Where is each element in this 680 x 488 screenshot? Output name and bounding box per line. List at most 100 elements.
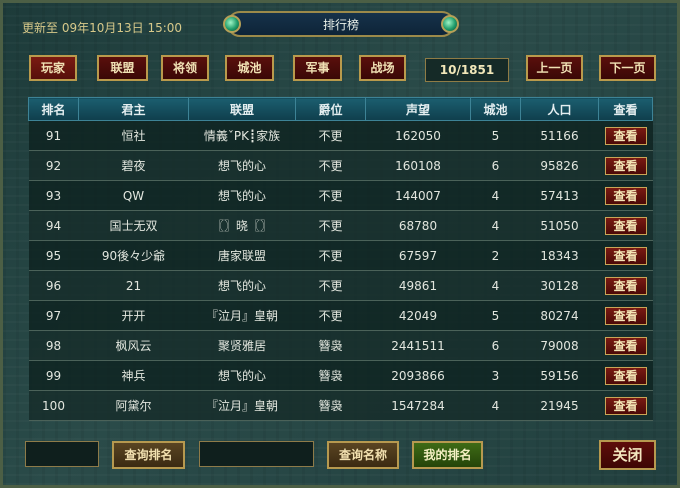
column-header-rank: 排名: [28, 97, 79, 121]
next-page-button[interactable]: 下一页: [599, 55, 656, 81]
cell-alliance: 想飞的心: [188, 150, 296, 181]
cell-title: 不更: [295, 150, 366, 181]
table-row: 96 21 想飞的心 不更 49861 4 30128 查看: [28, 270, 653, 301]
cell-rank: 100: [28, 390, 79, 421]
table-row: 97 开开 『泣月』皇朝 不更 42049 5 80274 查看: [28, 300, 653, 331]
cell-lord: 21: [78, 270, 189, 301]
title-bar: 排行榜: [223, 11, 459, 37]
view-button[interactable]: 查看: [604, 336, 647, 355]
view-button[interactable]: 查看: [604, 276, 647, 295]
cell-population: 21945: [520, 390, 599, 421]
view-button[interactable]: 查看: [604, 216, 647, 235]
table-header-row: 排名 君主 联盟 爵位 声望 城池 人口 查看: [28, 97, 653, 121]
cell-alliance: 想飞的心: [188, 270, 296, 301]
table-row: 98 枫风云 聚贤雅居 簪袅 2441511 6 79008 查看: [28, 330, 653, 361]
cell-alliance: 想飞的心: [188, 180, 296, 211]
cell-title: 不更: [295, 270, 366, 301]
cell-rank: 92: [28, 150, 79, 181]
cell-lord: 枫风云: [78, 330, 189, 361]
cell-lord: 阿黛尔: [78, 390, 189, 421]
cell-prestige: 162050: [365, 120, 471, 151]
my-rank-button[interactable]: 我的排名: [412, 441, 483, 469]
tab-city[interactable]: 城池: [225, 55, 274, 81]
cell-prestige: 42049: [365, 300, 471, 331]
cell-alliance: 〖〗晓〖〗: [188, 210, 296, 241]
cell-cities: 4: [470, 270, 521, 301]
cell-population: 51166: [520, 120, 599, 151]
cell-population: 80274: [520, 300, 599, 331]
ranking-table: 排名 君主 联盟 爵位 声望 城池 人口 查看 91 恒社 情義ˇPK┋家族 不…: [28, 97, 653, 421]
cell-rank: 99: [28, 360, 79, 391]
cell-rank: 98: [28, 330, 79, 361]
cell-title: 不更: [295, 180, 366, 211]
cell-lord: 恒社: [78, 120, 189, 151]
name-query-input[interactable]: [199, 441, 314, 467]
cell-rank: 96: [28, 270, 79, 301]
cell-prestige: 49861: [365, 270, 471, 301]
cell-title: 不更: [295, 210, 366, 241]
cell-prestige: 67597: [365, 240, 471, 271]
cell-cities: 5: [470, 120, 521, 151]
cell-population: 30128: [520, 270, 599, 301]
tab-alliance[interactable]: 联盟: [97, 55, 148, 81]
column-header-alliance: 联盟: [188, 97, 296, 121]
rank-query-input[interactable]: [25, 441, 99, 467]
view-button[interactable]: 查看: [604, 396, 647, 415]
cell-population: 79008: [520, 330, 599, 361]
view-button[interactable]: 查看: [604, 186, 647, 205]
cell-rank: 94: [28, 210, 79, 241]
table-row: 91 恒社 情義ˇPK┋家族 不更 162050 5 51166 查看: [28, 120, 653, 151]
cell-population: 57413: [520, 180, 599, 211]
cell-prestige: 68780: [365, 210, 471, 241]
column-header-title: 爵位: [295, 97, 366, 121]
tab-general[interactable]: 将领: [161, 55, 209, 81]
table-row: 95 90後々少爺 唐家联盟 不更 67597 2 18343 查看: [28, 240, 653, 271]
cell-alliance: 『泣月』皇朝: [188, 390, 296, 421]
column-header-prestige: 声望: [365, 97, 471, 121]
cell-prestige: 144007: [365, 180, 471, 211]
page-title: 排行榜: [322, 18, 359, 32]
view-button[interactable]: 查看: [604, 246, 647, 265]
cell-rank: 95: [28, 240, 79, 271]
query-name-button[interactable]: 查询名称: [327, 441, 399, 469]
tab-player[interactable]: 玩家: [29, 55, 77, 81]
cell-title: 簪袅: [295, 330, 366, 361]
column-header-view: 查看: [598, 97, 653, 121]
column-header-cities: 城池: [470, 97, 521, 121]
prev-page-button[interactable]: 上一页: [526, 55, 583, 81]
cell-title: 不更: [295, 240, 366, 271]
update-time: 更新至 09年10月13日 15:00: [22, 21, 183, 35]
cell-cities: 4: [470, 390, 521, 421]
cell-cities: 2: [470, 240, 521, 271]
cell-lord: 碧夜: [78, 150, 189, 181]
view-button[interactable]: 查看: [604, 306, 647, 325]
cell-lord: 神兵: [78, 360, 189, 391]
column-header-lord: 君主: [78, 97, 189, 121]
cell-cities: 5: [470, 300, 521, 331]
cell-cities: 3: [470, 360, 521, 391]
column-header-population: 人口: [520, 97, 599, 121]
cell-title: 不更: [295, 300, 366, 331]
query-rank-button[interactable]: 查询排名: [112, 441, 185, 469]
cell-cities: 4: [470, 210, 521, 241]
cell-population: 18343: [520, 240, 599, 271]
view-button[interactable]: 查看: [604, 156, 647, 175]
cell-title: 不更: [295, 120, 366, 151]
cell-population: 95826: [520, 150, 599, 181]
gem-ornament-icon: [441, 15, 459, 33]
cell-cities: 6: [470, 150, 521, 181]
cell-rank: 93: [28, 180, 79, 211]
view-button[interactable]: 查看: [604, 126, 647, 145]
cell-lord: 国士无双: [78, 210, 189, 241]
cell-cities: 4: [470, 180, 521, 211]
close-button[interactable]: 关闭: [599, 440, 656, 470]
tab-military[interactable]: 军事: [293, 55, 342, 81]
cell-title: 簪袅: [295, 360, 366, 391]
view-button[interactable]: 查看: [604, 366, 647, 385]
tab-battlefield[interactable]: 战场: [359, 55, 406, 81]
cell-rank: 97: [28, 300, 79, 331]
cell-population: 51050: [520, 210, 599, 241]
cell-alliance: 聚贤雅居: [188, 330, 296, 361]
cell-prestige: 2441511: [365, 330, 471, 361]
cell-prestige: 160108: [365, 150, 471, 181]
